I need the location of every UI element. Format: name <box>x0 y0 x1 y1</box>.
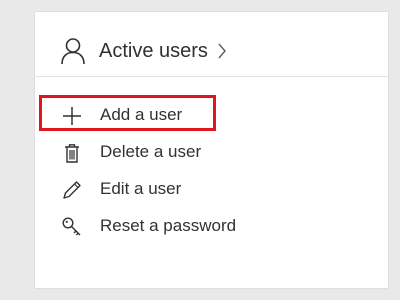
plus-icon <box>61 105 83 127</box>
edit-user-label: Edit a user <box>100 179 182 198</box>
person-icon <box>60 37 86 65</box>
key-icon <box>61 216 83 238</box>
add-user-label: Add a user <box>100 105 183 124</box>
reset-password-label: Reset a password <box>100 216 237 235</box>
reset-password-action[interactable]: Reset a password <box>35 208 388 244</box>
chevron-right-icon <box>216 42 228 60</box>
delete-user-action[interactable]: Delete a user <box>35 134 388 170</box>
delete-user-label: Delete a user <box>100 142 202 161</box>
active-users-card: Active users Add a user Delete a user Ed… <box>35 12 388 288</box>
active-users-title: Active users <box>99 40 208 62</box>
trash-icon <box>61 142 83 164</box>
add-user-action[interactable]: Add a user <box>35 97 388 133</box>
pencil-icon <box>61 179 83 201</box>
active-users-header-link[interactable]: Active users <box>35 12 388 77</box>
edit-user-action[interactable]: Edit a user <box>35 171 388 207</box>
